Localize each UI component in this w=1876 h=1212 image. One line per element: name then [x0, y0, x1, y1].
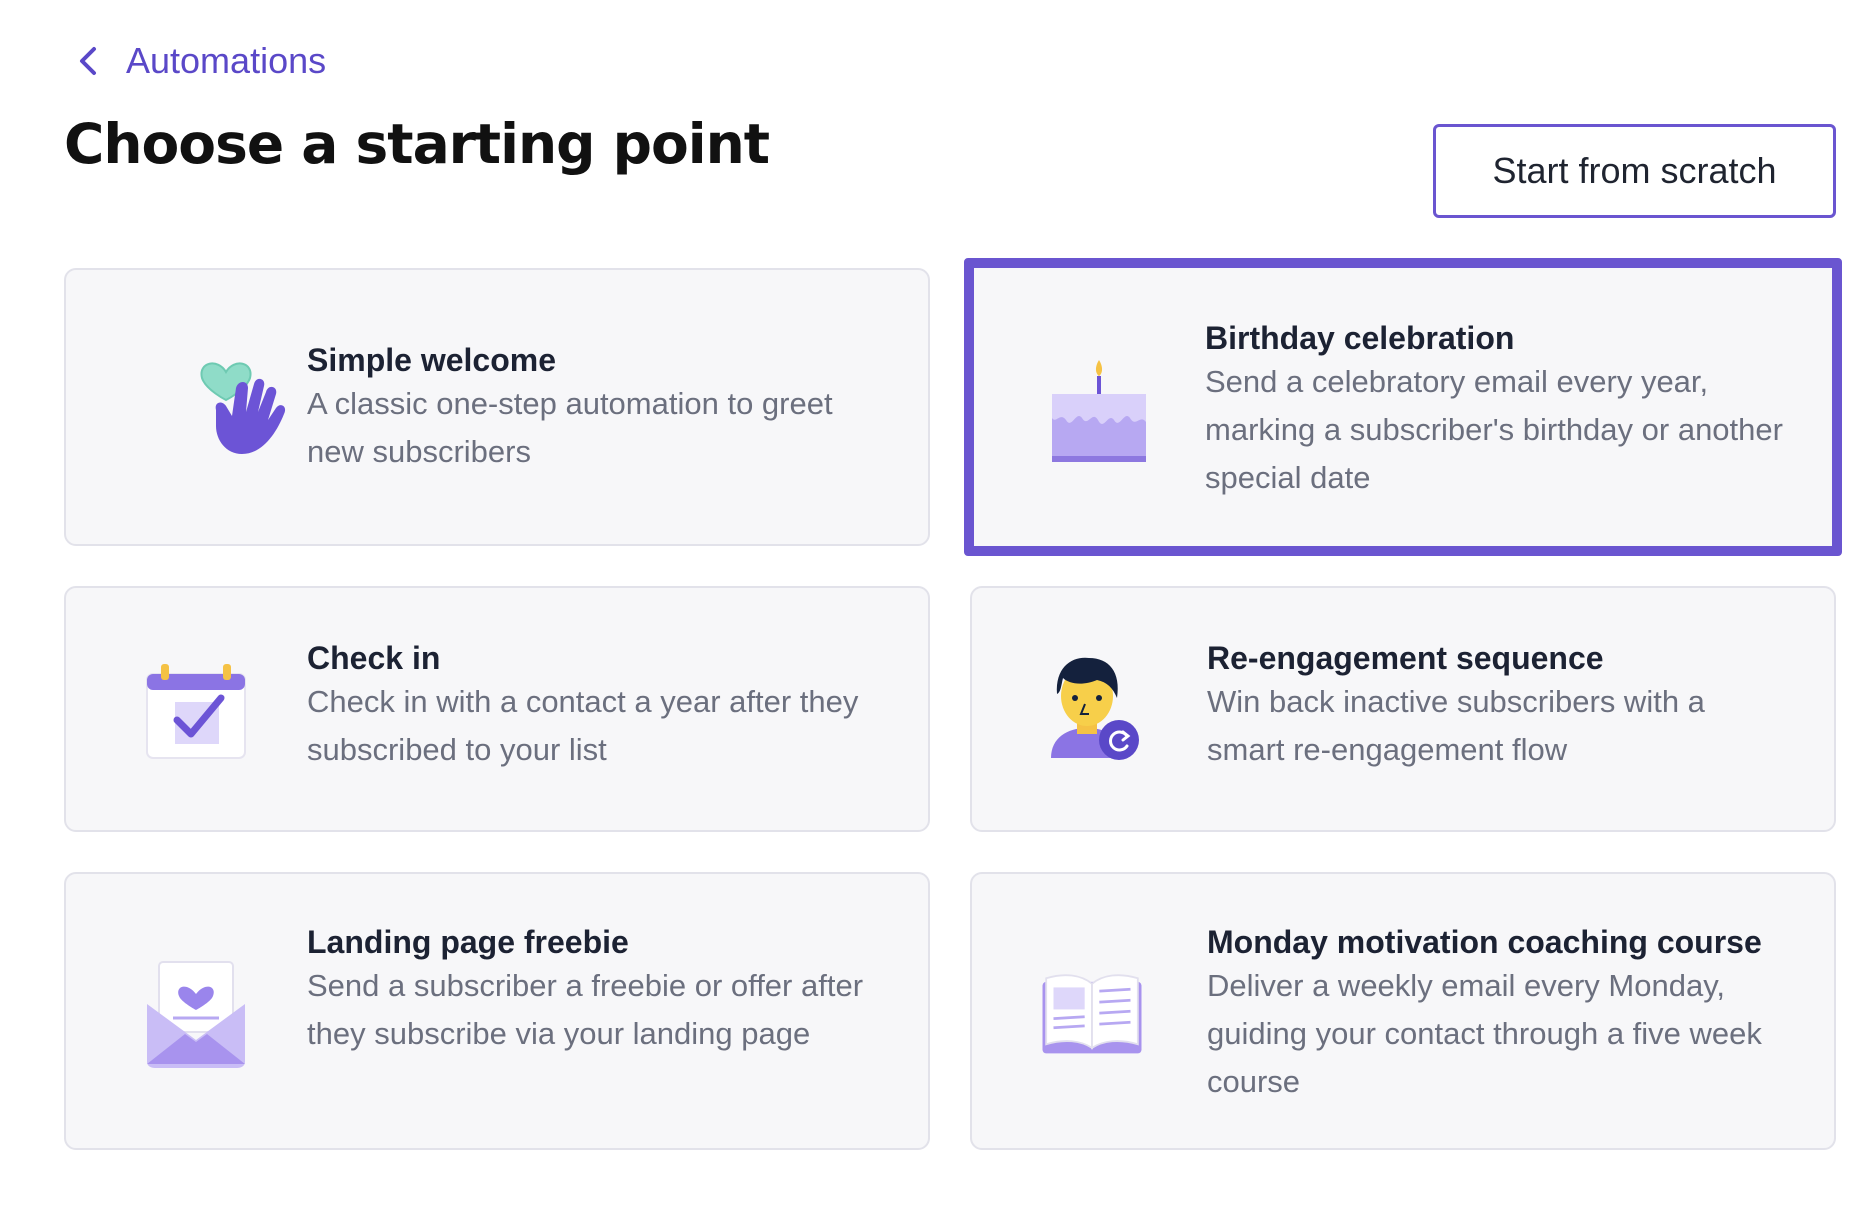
- template-card-re-engagement-sequence[interactable]: Re-engagement sequence Win back inactive…: [970, 586, 1836, 832]
- envelope-letter-icon: [141, 954, 251, 1074]
- calendar-check-icon: [141, 653, 251, 773]
- birthday-cake-icon: [1044, 348, 1154, 468]
- breadcrumb-label: Automations: [126, 40, 327, 81]
- page-title: Choose a starting point: [64, 112, 770, 176]
- card-description: Win back inactive subscribers with a sma…: [1207, 684, 1705, 767]
- back-to-automations-link[interactable]: Automations: [74, 40, 326, 82]
- card-title: Birthday celebration: [1205, 320, 1515, 356]
- card-description: Send a subscriber a freebie or offer aft…: [307, 968, 864, 1051]
- template-card-birthday-celebration[interactable]: Birthday celebration Send a celebratory …: [964, 258, 1842, 556]
- template-card-check-in[interactable]: Check in Check in with a contact a year …: [64, 586, 930, 832]
- start-from-scratch-button[interactable]: Start from scratch: [1433, 124, 1836, 218]
- template-card-monday-motivation-coaching-course[interactable]: Monday motivation coaching course Delive…: [970, 872, 1836, 1150]
- person-refresh-icon: [1037, 648, 1147, 768]
- card-description: A classic one-step automation to greet n…: [307, 386, 833, 469]
- card-description: Check in with a contact a year after the…: [307, 684, 859, 767]
- chevron-left-icon: [80, 47, 96, 75]
- heart-hand-icon: [191, 350, 301, 470]
- automation-template-picker: Automations Choose a starting point Star…: [0, 0, 1876, 1212]
- card-title: Re-engagement sequence: [1207, 640, 1604, 676]
- card-title: Landing page freebie: [307, 924, 629, 960]
- card-description: Send a celebratory email every year, mar…: [1205, 364, 1783, 495]
- open-book-icon: [1037, 954, 1147, 1074]
- card-description: Deliver a weekly email every Monday, gui…: [1207, 968, 1762, 1099]
- card-title: Simple welcome: [307, 342, 556, 378]
- template-card-simple-welcome[interactable]: Simple welcome A classic one-step automa…: [64, 268, 930, 546]
- card-title: Monday motivation coaching course: [1207, 924, 1762, 960]
- template-card-landing-page-freebie[interactable]: Landing page freebie Send a subscriber a…: [64, 872, 930, 1150]
- card-title: Check in: [307, 640, 441, 676]
